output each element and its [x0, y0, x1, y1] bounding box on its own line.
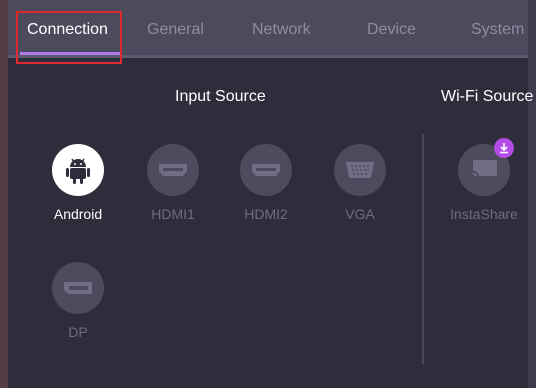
- window-left-edge: [0, 0, 8, 388]
- download-icon: [494, 138, 514, 158]
- source-label-dp: DP: [68, 324, 88, 340]
- tab-general[interactable]: General: [147, 0, 204, 58]
- source-hdmi2[interactable]: HDMI2: [226, 144, 306, 222]
- tab-bar: Connection General Network Device System: [8, 0, 528, 58]
- vga-icon: [334, 144, 386, 196]
- displayport-icon: [52, 262, 104, 314]
- active-tab-indicator: [20, 52, 120, 55]
- tab-device[interactable]: Device: [367, 0, 416, 58]
- source-label-hdmi1: HDMI1: [151, 206, 195, 222]
- tab-connection[interactable]: Connection: [27, 0, 108, 58]
- source-label-vga: VGA: [345, 206, 375, 222]
- tab-network[interactable]: Network: [252, 0, 311, 58]
- hdmi-icon: [240, 144, 292, 196]
- source-android[interactable]: Android: [38, 144, 118, 222]
- source-dp[interactable]: DP: [38, 262, 118, 340]
- source-vga[interactable]: VGA: [320, 144, 400, 222]
- cast-icon: [458, 138, 514, 196]
- source-label-instashare: InstaShare: [450, 206, 518, 222]
- source-instashare[interactable]: InstaShare: [444, 138, 524, 222]
- hdmi-icon: [147, 144, 199, 196]
- android-icon: [52, 144, 104, 196]
- source-label-hdmi2: HDMI2: [244, 206, 288, 222]
- source-hdmi1[interactable]: HDMI1: [133, 144, 213, 222]
- wifi-source-title: Wi-Fi Source: [441, 88, 534, 105]
- input-source-title: Input Source: [175, 88, 266, 105]
- window-right-edge: [528, 0, 536, 388]
- section-divider: [422, 134, 424, 364]
- tab-system[interactable]: System: [471, 0, 524, 58]
- source-label-android: Android: [53, 206, 103, 222]
